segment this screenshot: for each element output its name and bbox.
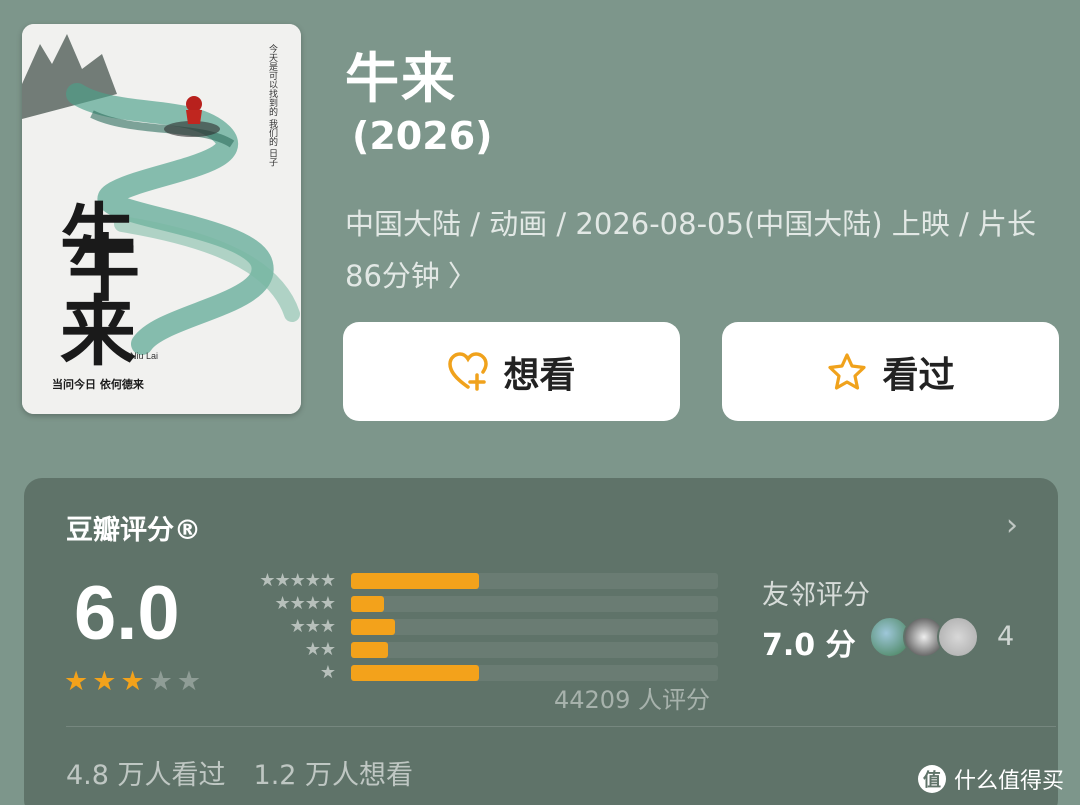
histogram-bar xyxy=(351,665,480,681)
site-watermark: 值 什么值得买 xyxy=(917,763,1064,795)
histogram-track xyxy=(351,665,718,681)
histogram-bar xyxy=(351,619,396,635)
histogram-track xyxy=(351,619,718,635)
histogram-bar xyxy=(351,642,388,658)
movie-poster[interactable]: 牛 Niu Lai 当问今日 依何德来 今天是可以找到的 我们的 日子 牛来 xyxy=(22,24,301,414)
poster-tagline: 当问今日 依何德来 xyxy=(52,377,145,391)
watch-stats: 4.8 万人看过 1.2 万人想看 xyxy=(66,753,413,792)
histogram-row: ★★★★★ xyxy=(236,570,721,592)
want-to-watch-label: 想看 xyxy=(503,354,576,396)
histogram-star-label: ★★ xyxy=(304,639,336,660)
watched-button[interactable]: 看过 xyxy=(722,322,1059,421)
chevron-right-icon: 〉 xyxy=(447,259,477,293)
rating-stars: ★ ★ ★ ★ ★ xyxy=(64,668,201,695)
histogram-track xyxy=(351,573,718,589)
histogram-star-label: ★★★★★ xyxy=(259,570,336,591)
rating-count: 44209 人评分 xyxy=(554,686,710,714)
histogram-row: ★★★★ xyxy=(236,593,721,615)
histogram-star-label: ★★★★ xyxy=(274,593,336,614)
star-filled-icon: ★ xyxy=(92,666,117,697)
heart-plus-icon xyxy=(448,351,489,391)
watched-label: 看过 xyxy=(882,354,955,396)
want-to-watch-button[interactable]: 想看 xyxy=(343,322,680,421)
watermark-logo-icon: 值 xyxy=(917,765,946,793)
avatar[interactable] xyxy=(937,616,979,658)
divider xyxy=(66,726,1056,727)
seen-count[interactable]: 4.8 万人看过 xyxy=(66,753,226,792)
watermark-text: 什么值得买 xyxy=(953,769,1064,794)
histogram-track xyxy=(351,642,718,658)
star-empty-icon: ★ xyxy=(148,666,173,697)
friends-count: 4 xyxy=(997,621,1015,652)
rating-section-title: 豆瓣评分® xyxy=(66,515,201,546)
histogram-star-label: ★★★ xyxy=(289,616,336,637)
want-count[interactable]: 1.2 万人想看 xyxy=(254,753,414,792)
histogram-row: ★★ xyxy=(236,639,721,661)
movie-title: 牛来 xyxy=(345,47,457,110)
movie-meta[interactable]: 中国大陆 / 动画 / 2026-08-05(中国大陆) 上映 / 片长86分钟… xyxy=(345,198,1055,302)
friends-rating-score: 7.0 分 xyxy=(762,628,856,663)
histogram-track xyxy=(351,596,718,612)
histogram-bar xyxy=(351,596,385,612)
histogram-star-label: ★ xyxy=(319,662,336,683)
star-filled-icon: ★ xyxy=(120,666,145,697)
star-filled-icon: ★ xyxy=(64,666,89,697)
friends-avatars[interactable] xyxy=(869,616,979,658)
histogram-row: ★★★ xyxy=(236,616,721,638)
rating-panel[interactable]: 豆瓣评分® › 6.0 ★ ★ ★ ★ ★ ★★★★★ ★★★★ ★★★ ★★ ★ 44209 … xyxy=(24,478,1058,805)
movie-year: (2026) xyxy=(352,114,493,158)
chevron-right-icon[interactable]: › xyxy=(1006,508,1018,543)
poster-vertical-title: 牛来 xyxy=(60,195,136,376)
poster-poem: 今天是可以找到的 我们的 日子 xyxy=(267,43,278,167)
star-empty-icon: ★ xyxy=(176,666,202,697)
star-outline-icon xyxy=(828,352,867,390)
histogram-bar xyxy=(351,573,480,589)
friends-rating-label: 友邻评分 xyxy=(762,580,870,611)
rating-score: 6.0 xyxy=(74,571,180,656)
